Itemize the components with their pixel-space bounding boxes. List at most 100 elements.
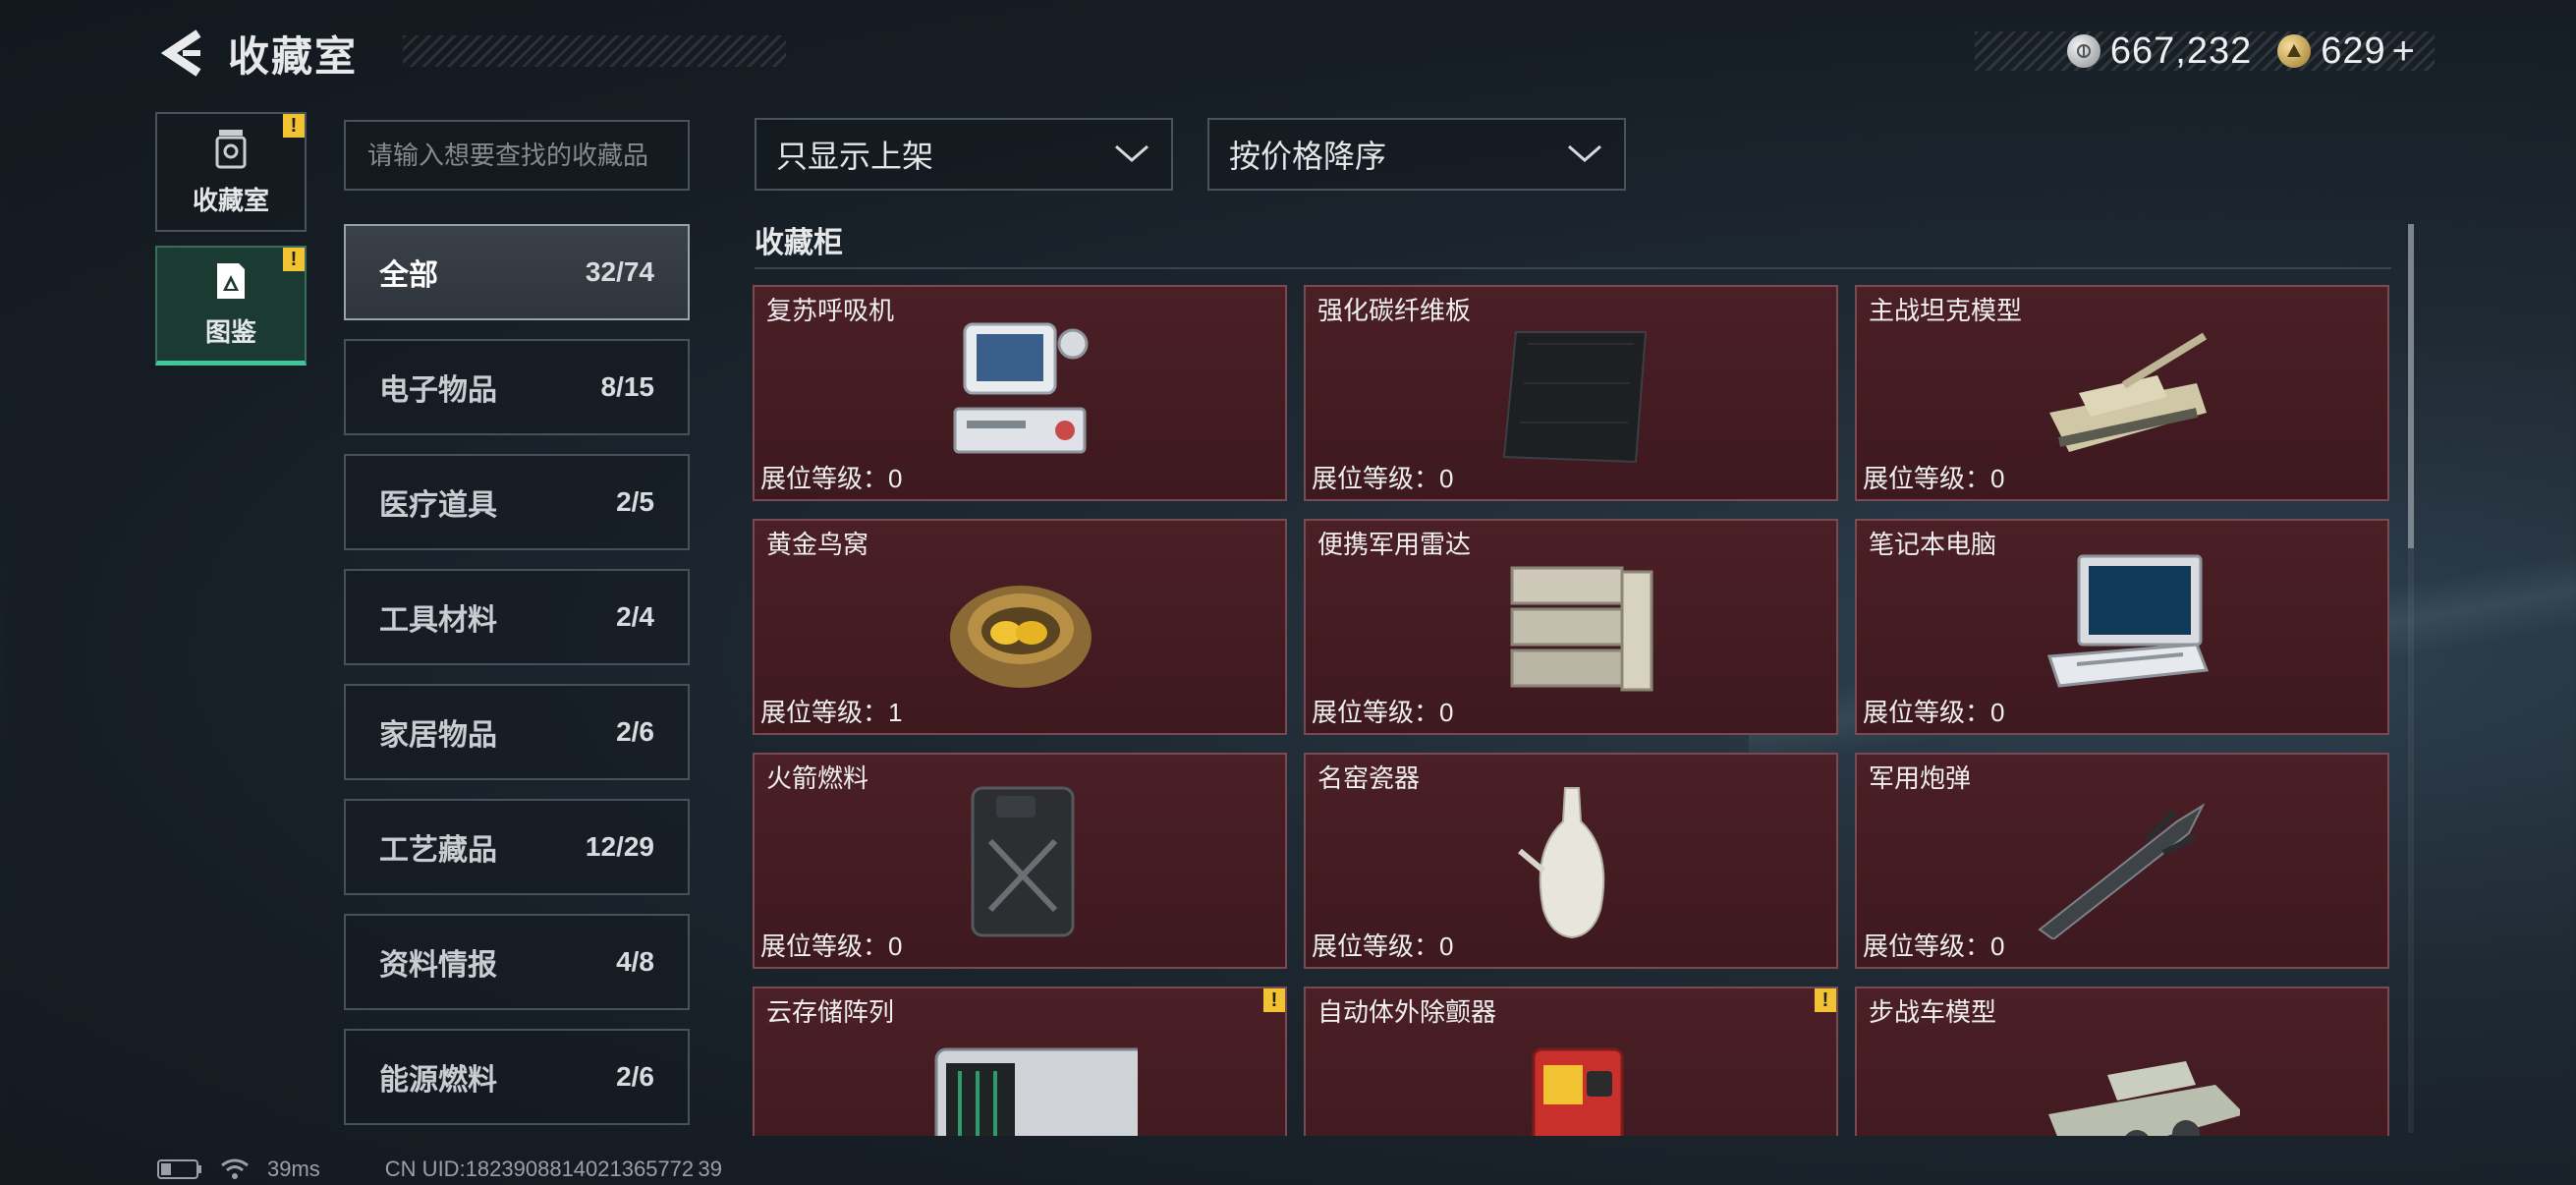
item-name: 火箭燃料	[766, 763, 869, 793]
item-name: 强化碳纤维板	[1317, 296, 1472, 325]
category-name: 电子物品	[379, 374, 497, 407]
gold-value: 629	[2321, 29, 2386, 72]
carbon-plate-icon	[1502, 331, 1648, 464]
item-level: 展位等级：0	[760, 464, 903, 493]
item-card[interactable]: 名窑瓷器 展位等级：0	[1304, 753, 1838, 969]
item-card[interactable]: 笔记本电脑 展位等级：0	[1855, 519, 2389, 735]
item-card[interactable]: 强化碳纤维板 展位等级：0	[1304, 285, 1838, 501]
category-count: 8/15	[600, 371, 655, 402]
section-title: 收藏柜	[755, 227, 843, 259]
item-name: 复苏呼吸机	[766, 296, 895, 325]
search-field[interactable]	[344, 120, 690, 191]
tank-model-icon	[2049, 332, 2208, 452]
nav-catalog[interactable]: ! 图鉴	[155, 246, 307, 366]
currency-bar: 667,232 629 +	[1975, 29, 2435, 72]
sort-dropdown[interactable]: 按价格降序	[1207, 118, 1626, 191]
nav-collection-room[interactable]: ! 收藏室	[155, 112, 307, 232]
category-name: 工具材料	[379, 604, 497, 637]
category-tools[interactable]: 工具材料 2/4	[344, 569, 690, 665]
add-currency-button[interactable]: +	[2392, 31, 2415, 71]
chevron-down-icon	[1568, 144, 1601, 162]
category-intel[interactable]: 资料情报 4/8	[344, 914, 690, 1010]
item-card[interactable]: 云存储阵列 !	[753, 987, 1287, 1136]
category-crafts[interactable]: 工艺藏品 12/29	[344, 799, 690, 895]
category-name: 能源燃料	[379, 1064, 497, 1097]
item-name: 步战车模型	[1869, 997, 1997, 1027]
storage-array-icon	[934, 1047, 1138, 1136]
back-button[interactable]	[157, 27, 210, 80]
item-level: 展位等级：1	[760, 698, 903, 727]
item-card[interactable]: 自动体外除颤器 !	[1304, 987, 1838, 1136]
item-card[interactable]: 步战车模型	[1855, 987, 2389, 1136]
nav-label: 图鉴	[204, 317, 256, 347]
category-energy[interactable]: 能源燃料 2/6	[344, 1029, 690, 1125]
user-uid: CN UID:1823908814021365772 39	[384, 1157, 723, 1181]
battery-icon	[157, 1158, 202, 1180]
wifi-icon	[220, 1157, 250, 1181]
search-input[interactable]	[367, 140, 688, 171]
item-card[interactable]: 便携军用雷达 展位等级：0	[1304, 519, 1838, 735]
laptop-icon	[2046, 554, 2210, 688]
item-name: 名窑瓷器	[1317, 763, 1421, 793]
item-level: 展位等级：0	[1312, 464, 1454, 493]
item-card[interactable]: 火箭燃料 展位等级：0	[753, 753, 1287, 969]
category-medical[interactable]: 医疗道具 2/5	[344, 454, 690, 550]
category-all[interactable]: 全部 32/74	[344, 224, 690, 320]
item-card[interactable]: 黄金鸟窝 展位等级：1	[753, 519, 1287, 735]
category-count: 4/8	[616, 946, 654, 977]
artillery-shell-icon	[2038, 803, 2206, 939]
item-level: 展位等级：0	[760, 931, 903, 961]
item-card[interactable]: 军用炮弹 展位等级：0	[1855, 753, 2389, 969]
ventilator-icon	[953, 322, 1089, 454]
section-divider	[755, 267, 2391, 269]
category-count: 12/29	[585, 831, 654, 862]
category-name: 全部	[379, 259, 438, 292]
porcelain-vase-icon	[1518, 787, 1605, 939]
ifv-model-icon	[2048, 1061, 2240, 1136]
ping-value: 39ms	[267, 1157, 320, 1181]
item-name: 云存储阵列	[766, 997, 895, 1027]
category-name: 工艺藏品	[379, 834, 497, 867]
filter-dropdown[interactable]: 只显示上架	[755, 118, 1173, 191]
category-name: 医疗道具	[379, 489, 497, 522]
item-level: 展位等级：0	[1312, 698, 1454, 727]
item-level: 展位等级：0	[1863, 698, 2005, 727]
page-header: 收藏室	[157, 22, 786, 85]
alert-badge: !	[283, 248, 305, 271]
page-title: 收藏室	[228, 32, 359, 80]
category-count: 32/74	[585, 256, 654, 287]
side-nav: ! 收藏室 ! 图鉴	[155, 112, 307, 379]
silver-coin-icon	[2066, 34, 2100, 68]
item-name: 黄金鸟窝	[766, 530, 869, 559]
category-household[interactable]: 家居物品 2/6	[344, 684, 690, 780]
collection-room-icon	[215, 129, 247, 168]
category-name: 家居物品	[379, 719, 497, 752]
item-name: 便携军用雷达	[1317, 530, 1472, 559]
filter-selected: 只显示上架	[776, 139, 934, 174]
item-card[interactable]: 复苏呼吸机 展位等级：0	[753, 285, 1287, 501]
item-name: 自动体外除颤器	[1317, 997, 1497, 1027]
portable-radar-icon	[1510, 566, 1653, 692]
item-level: 展位等级：0	[1863, 931, 2005, 961]
item-level: 展位等级：0	[1863, 464, 2005, 493]
chevron-down-icon	[1115, 144, 1148, 162]
item-name: 笔记本电脑	[1869, 530, 1997, 559]
item-card[interactable]: 主战坦克模型 展位等级：0	[1855, 285, 2389, 501]
scrollbar-thumb[interactable]	[2408, 224, 2414, 548]
defibrillator-icon	[1532, 1047, 1624, 1136]
sort-selected: 按价格降序	[1229, 139, 1387, 174]
golden-nest-icon	[950, 586, 1092, 688]
status-bar: 39ms CN UID:1823908814021365772 39	[157, 1156, 740, 1183]
category-count: 2/5	[616, 486, 654, 517]
nav-label: 收藏室	[192, 185, 269, 215]
collection-grid: 复苏呼吸机 展位等级：0 强化碳纤维板 展位等级：0 主战坦克模型 展位等级：0…	[753, 285, 2393, 1136]
fuel-can-icon	[971, 786, 1075, 937]
alert-badge: !	[1263, 988, 1285, 1012]
catalog-icon	[217, 263, 245, 299]
silver-value: 667,232	[2109, 29, 2253, 72]
item-name: 军用炮弹	[1869, 763, 1972, 793]
category-count: 2/6	[616, 716, 654, 747]
category-electronics[interactable]: 电子物品 8/15	[344, 339, 690, 435]
category-list: 全部 32/74 电子物品 8/15 医疗道具 2/5 工具材料 2/4 家居物…	[344, 224, 690, 1144]
alert-badge: !	[283, 114, 305, 138]
